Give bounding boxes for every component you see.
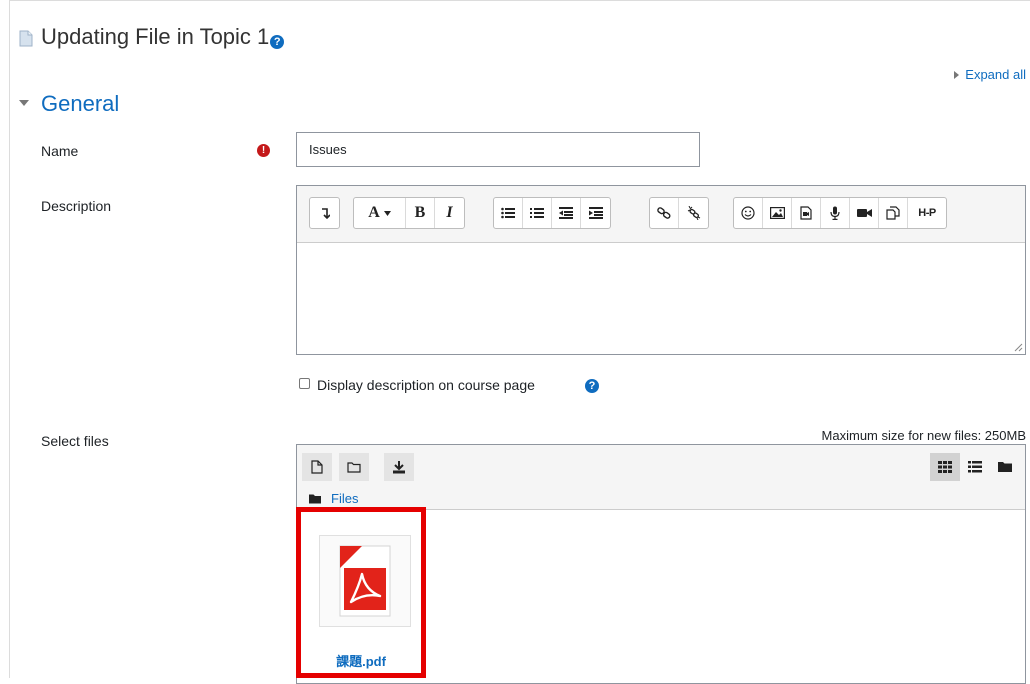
- description-label: Description: [41, 198, 112, 214]
- file-tile[interactable]: [319, 535, 411, 627]
- emoji-icon[interactable]: [734, 198, 763, 228]
- bold-icon: B: [414, 204, 426, 221]
- display-description-checkbox[interactable]: [299, 378, 310, 389]
- record-video-icon[interactable]: [850, 198, 879, 228]
- media-icon[interactable]: [792, 198, 821, 228]
- list-view-icon: [968, 461, 982, 473]
- toolbar-group-lists: [493, 197, 611, 229]
- page-help-icon[interactable]: ?: [270, 35, 285, 49]
- collapse-section-icon[interactable]: [19, 100, 29, 106]
- view-list-button[interactable]: [960, 453, 990, 481]
- folder-icon: [309, 494, 321, 504]
- record-audio-icon[interactable]: [821, 198, 850, 228]
- add-file-icon: [311, 460, 323, 474]
- add-file-button[interactable]: [302, 453, 332, 481]
- font-style-button[interactable]: A: [354, 198, 406, 228]
- unordered-list-icon[interactable]: [494, 198, 523, 228]
- indent-icon[interactable]: [581, 198, 610, 228]
- outdent-icon[interactable]: [552, 198, 581, 228]
- unlink-icon[interactable]: [679, 198, 708, 228]
- italic-button[interactable]: I: [435, 198, 464, 228]
- h5p-button[interactable]: H-P: [908, 198, 946, 228]
- name-input[interactable]: [296, 132, 700, 167]
- download-icon: [393, 461, 405, 474]
- description-editor: A B I H-P: [296, 185, 1026, 355]
- image-icon[interactable]: [763, 198, 792, 228]
- name-label: Name: [41, 143, 79, 159]
- ordered-list-icon[interactable]: [523, 198, 552, 228]
- download-button[interactable]: [384, 453, 414, 481]
- toolbar-group-text-style: A B I: [353, 197, 465, 229]
- select-files-label: Select files: [41, 433, 109, 449]
- help-icon[interactable]: ?: [585, 379, 599, 393]
- display-description-label: Display description on course page: [317, 377, 535, 393]
- toolbar-group-links: [649, 197, 709, 229]
- file-path-breadcrumb[interactable]: Files: [309, 491, 358, 506]
- section-title-general[interactable]: General: [41, 91, 119, 117]
- collapse-toolbar-icon[interactable]: [310, 198, 339, 228]
- pdf-file-icon: [339, 545, 391, 617]
- expand-all-label: Expand all: [965, 67, 1026, 82]
- file-resource-icon: [19, 30, 33, 47]
- max-size-text: Maximum size for new files: 250MB: [821, 428, 1026, 443]
- file-name-label[interactable]: 課題.pdf: [296, 651, 426, 670]
- font-style-icon: A: [368, 204, 380, 221]
- create-folder-icon: [347, 462, 361, 473]
- view-icons-button[interactable]: [930, 453, 960, 481]
- italic-icon: I: [446, 204, 453, 221]
- manage-files-icon[interactable]: [879, 198, 908, 228]
- toolbar-group-media: H-P: [733, 197, 947, 229]
- folder-view-icon: [998, 462, 1012, 472]
- view-tree-button[interactable]: [990, 453, 1020, 481]
- description-text-area[interactable]: [297, 243, 1025, 354]
- editor-toolbar: A B I H-P: [297, 186, 1025, 243]
- link-icon[interactable]: [650, 198, 679, 228]
- toolbar-group-collapse: [309, 197, 340, 229]
- grid-view-icon: [938, 461, 952, 473]
- view-mode-group: [930, 453, 1020, 481]
- page-title-text: Updating File in Topic 1: [41, 24, 270, 49]
- expand-all-link[interactable]: Expand all: [954, 67, 1026, 82]
- create-folder-button[interactable]: [339, 453, 369, 481]
- required-icon: !: [257, 144, 270, 157]
- dropdown-caret-icon: [383, 210, 391, 216]
- file-manager-toolbar: Files: [297, 445, 1025, 510]
- page-title: Updating File in Topic 1?: [41, 24, 285, 50]
- h5p-icon: H-P: [918, 207, 936, 219]
- file-path-label: Files: [331, 491, 359, 506]
- bold-button[interactable]: B: [406, 198, 435, 228]
- resize-handle-icon[interactable]: [1014, 343, 1023, 352]
- expand-triangle-icon: [954, 71, 960, 79]
